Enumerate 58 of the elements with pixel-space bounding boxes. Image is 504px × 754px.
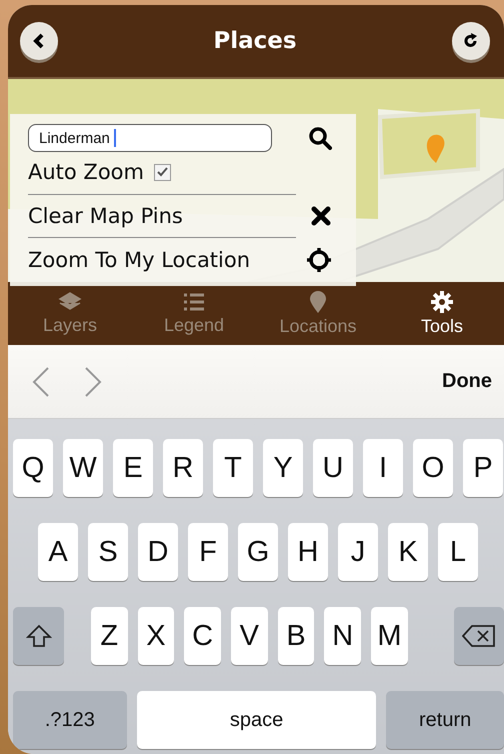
next-chevron-icon[interactable] <box>84 366 102 398</box>
tab[interactable]: Legend <box>132 282 256 345</box>
key[interactable]: G <box>238 523 278 581</box>
key[interactable]: Z <box>90 607 128 665</box>
previous-chevron-icon[interactable] <box>32 366 50 398</box>
done-button[interactable]: Done <box>442 370 492 393</box>
key[interactable]: D <box>138 523 178 581</box>
map-pin-icon <box>308 290 328 314</box>
back-button[interactable] <box>20 22 58 60</box>
key[interactable]: B <box>278 607 314 665</box>
search-icon[interactable] <box>308 126 332 150</box>
shift-arrow-icon <box>26 624 52 648</box>
key[interactable]: O <box>413 439 453 497</box>
tab[interactable]: Locations <box>256 282 380 345</box>
auto-zoom-label: Auto Zoom <box>28 160 144 184</box>
key[interactable]: P <box>463 439 503 497</box>
gear-icon <box>430 290 454 314</box>
delete-key[interactable] <box>454 607 504 665</box>
key[interactable]: R <box>163 439 203 497</box>
key[interactable]: U <box>313 439 353 497</box>
space-key[interactable]: space <box>136 691 376 749</box>
key[interactable]: W <box>63 439 103 497</box>
text-cursor <box>114 129 116 147</box>
key[interactable]: E <box>113 439 153 497</box>
numbers-key[interactable]: .?123 <box>13 691 127 749</box>
return-key[interactable]: return <box>386 691 504 749</box>
shift-key[interactable] <box>13 607 64 665</box>
key[interactable]: K <box>388 523 428 581</box>
key[interactable]: S <box>88 523 128 581</box>
key[interactable]: V <box>230 607 268 665</box>
refresh-button[interactable] <box>452 22 490 60</box>
back-chevron-icon <box>32 33 46 49</box>
page-title: Places <box>213 28 297 54</box>
tab[interactable]: Tools <box>380 282 504 345</box>
key[interactable]: Y <box>263 439 303 497</box>
tool-option[interactable]: Zoom To My Location <box>28 248 250 272</box>
key[interactable]: Q <box>13 439 53 497</box>
key[interactable]: L <box>438 523 478 581</box>
check-icon <box>156 167 168 177</box>
key[interactable]: T <box>213 439 253 497</box>
key[interactable]: N <box>324 607 362 665</box>
key[interactable]: C <box>184 607 221 665</box>
key[interactable]: F <box>188 523 228 581</box>
key[interactable]: H <box>288 523 328 581</box>
key[interactable]: A <box>38 523 78 581</box>
key[interactable]: I <box>363 439 403 497</box>
close-icon <box>310 205 332 227</box>
tab[interactable]: Layers <box>8 282 132 345</box>
key[interactable]: X <box>138 607 174 665</box>
auto-zoom-checkbox[interactable] <box>154 164 171 180</box>
key[interactable]: M <box>371 607 408 665</box>
list-icon <box>182 291 206 313</box>
search-field[interactable]: Linderman <box>28 124 272 152</box>
key[interactable]: J <box>338 523 378 581</box>
crosshair-icon <box>306 247 332 273</box>
refresh-icon <box>463 33 479 49</box>
tool-option[interactable]: Clear Map Pins <box>28 204 183 228</box>
backspace-icon <box>462 624 496 648</box>
